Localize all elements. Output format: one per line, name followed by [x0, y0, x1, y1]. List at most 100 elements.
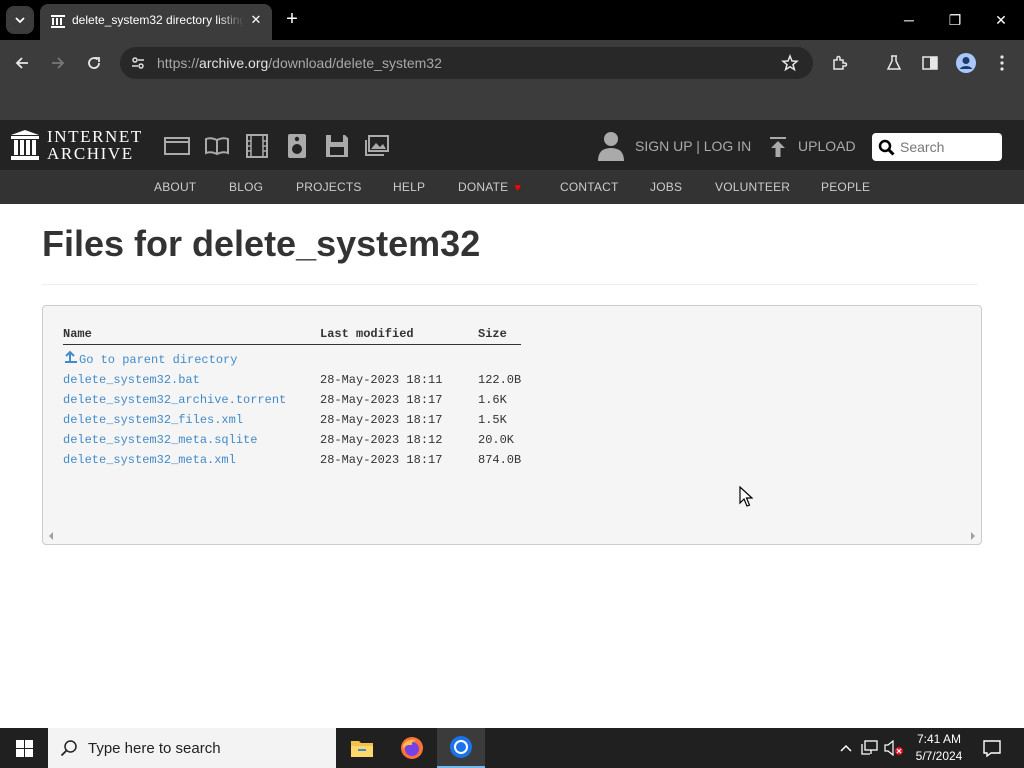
tab-title: delete_system32 directory listing	[72, 13, 244, 27]
speaker-muted-icon	[884, 740, 903, 756]
user-icon[interactable]	[597, 130, 625, 162]
notification-center-icon[interactable]	[982, 738, 1002, 758]
url-text: https://archive.org/download/delete_syst…	[157, 55, 442, 71]
chevron-down-icon	[15, 17, 25, 24]
nav-help[interactable]: HELP	[393, 180, 425, 194]
upload-link[interactable]: UPLOAD	[798, 138, 856, 154]
nav-blog[interactable]: BLOG	[229, 180, 263, 194]
file-link[interactable]: delete_system32_meta.sqlite	[63, 433, 257, 447]
taskbar-search-placeholder: Type here to search	[88, 740, 221, 757]
tab-strip: delete_system32 directory listing ✕ + ─ …	[0, 0, 1024, 40]
video-icon[interactable]	[244, 133, 270, 159]
taskbar-clock[interactable]: 7:41 AM 5/7/2024	[912, 731, 966, 765]
arrow-left-icon	[15, 57, 28, 69]
column-header-name: Name	[63, 327, 92, 341]
file-link[interactable]: delete_system32_files.xml	[63, 413, 243, 427]
bookmarks-bar	[0, 86, 1024, 120]
texts-icon[interactable]	[204, 133, 230, 159]
windows-logo-icon	[15, 739, 33, 757]
software-icon[interactable]	[324, 133, 350, 159]
volume-muted-icon[interactable]	[884, 738, 904, 758]
scroll-left-icon[interactable]	[47, 531, 55, 541]
title-divider	[42, 284, 978, 285]
file-size: 1.5K	[478, 413, 507, 427]
clock-date: 5/7/2024	[915, 749, 963, 763]
network-icon[interactable]	[860, 738, 880, 758]
restore-button[interactable]: ❐	[932, 0, 978, 40]
parent-dir-arrow-icon	[65, 350, 77, 363]
column-header-size: Size	[478, 327, 507, 341]
images-icon[interactable]	[364, 133, 390, 159]
file-modified: 28-May-2023 18:17	[320, 413, 443, 427]
forward-button[interactable]	[46, 51, 70, 75]
nav-about[interactable]: ABOUT	[154, 180, 196, 194]
file-modified: 28-May-2023 18:11	[320, 373, 443, 387]
arrow-right-icon	[52, 57, 65, 69]
nav-volunteer[interactable]: VOLUNTEER	[715, 180, 790, 194]
file-size: 122.0B	[478, 373, 522, 387]
nav-contact[interactable]: CONTACT	[560, 180, 619, 194]
chrome-app[interactable]	[437, 728, 485, 768]
side-panel-button[interactable]	[918, 51, 942, 75]
taskbar-search[interactable]: Type here to search	[48, 728, 336, 768]
header-rule	[63, 344, 521, 345]
tab-close-icon[interactable]: ✕	[248, 12, 264, 28]
address-bar[interactable]: https://archive.org/download/delete_syst…	[120, 47, 813, 79]
close-window-button[interactable]: ✕	[978, 0, 1024, 40]
archive-logo-icon[interactable]	[10, 129, 40, 161]
firefox-icon	[401, 737, 423, 759]
browser-toolbar: https://archive.org/download/delete_syst…	[0, 40, 1024, 86]
nav-jobs[interactable]: JOBS	[650, 180, 682, 194]
puzzle-icon	[833, 55, 848, 70]
file-link[interactable]: delete_system32_archive.torrent	[63, 393, 286, 407]
ia-search-input[interactable]	[900, 133, 998, 161]
labs-button[interactable]	[882, 51, 906, 75]
nav-donate[interactable]: DONATE ♥	[458, 180, 521, 194]
folder-icon	[351, 741, 373, 757]
browser-tab[interactable]: delete_system32 directory listing ✕	[40, 4, 272, 40]
page-title: Files for delete_system32	[42, 223, 481, 264]
back-button[interactable]	[10, 51, 34, 75]
web-icon[interactable]	[164, 133, 190, 159]
archive-favicon-icon	[51, 15, 65, 28]
file-size: 1.6K	[478, 393, 507, 407]
show-hidden-icons-button[interactable]	[836, 738, 856, 758]
site-settings-icon	[132, 57, 144, 69]
audio-icon[interactable]	[284, 133, 310, 159]
file-modified: 28-May-2023 18:12	[320, 433, 443, 447]
parent-directory-link[interactable]: Go to parent directory	[63, 350, 237, 367]
reload-icon	[88, 57, 100, 69]
search-icon[interactable]	[878, 139, 895, 156]
file-explorer-app[interactable]	[338, 728, 386, 768]
star-icon[interactable]	[781, 54, 799, 72]
parent-directory-label: Go to parent directory	[79, 353, 238, 367]
archive-wordmark[interactable]: INTERNET ARCHIVE	[47, 128, 143, 162]
heart-icon: ♥	[514, 182, 522, 194]
search-icon	[60, 740, 77, 757]
new-tab-button[interactable]: +	[281, 8, 303, 30]
profile-button[interactable]	[954, 51, 978, 75]
upload-icon[interactable]	[768, 136, 788, 158]
menu-button[interactable]	[990, 51, 1014, 75]
nav-donate-label: DONATE	[458, 180, 509, 194]
reload-button[interactable]	[82, 51, 106, 75]
firefox-app[interactable]	[388, 728, 436, 768]
file-size: 20.0K	[478, 433, 515, 447]
column-header-modified: Last modified	[320, 327, 414, 341]
mouse-cursor-icon	[739, 486, 753, 507]
extensions-button[interactable]	[828, 51, 852, 75]
nav-people[interactable]: PEOPLE	[821, 180, 870, 194]
ia-search-box[interactable]	[872, 133, 1002, 161]
tab-search-button[interactable]	[6, 6, 34, 34]
file-link[interactable]: delete_system32.bat	[63, 373, 200, 387]
signup-login-link[interactable]: SIGN UP | LOG IN	[635, 138, 751, 154]
file-modified: 28-May-2023 18:17	[320, 393, 443, 407]
kebab-menu-icon	[1000, 55, 1004, 71]
chevron-up-icon	[840, 744, 852, 752]
scroll-right-icon[interactable]	[969, 531, 977, 541]
logo-line-1: INTERNET	[47, 127, 143, 146]
file-link[interactable]: delete_system32_meta.xml	[63, 453, 236, 467]
start-button[interactable]	[0, 728, 48, 768]
minimize-button[interactable]: ─	[886, 0, 932, 40]
nav-projects[interactable]: PROJECTS	[296, 180, 362, 194]
